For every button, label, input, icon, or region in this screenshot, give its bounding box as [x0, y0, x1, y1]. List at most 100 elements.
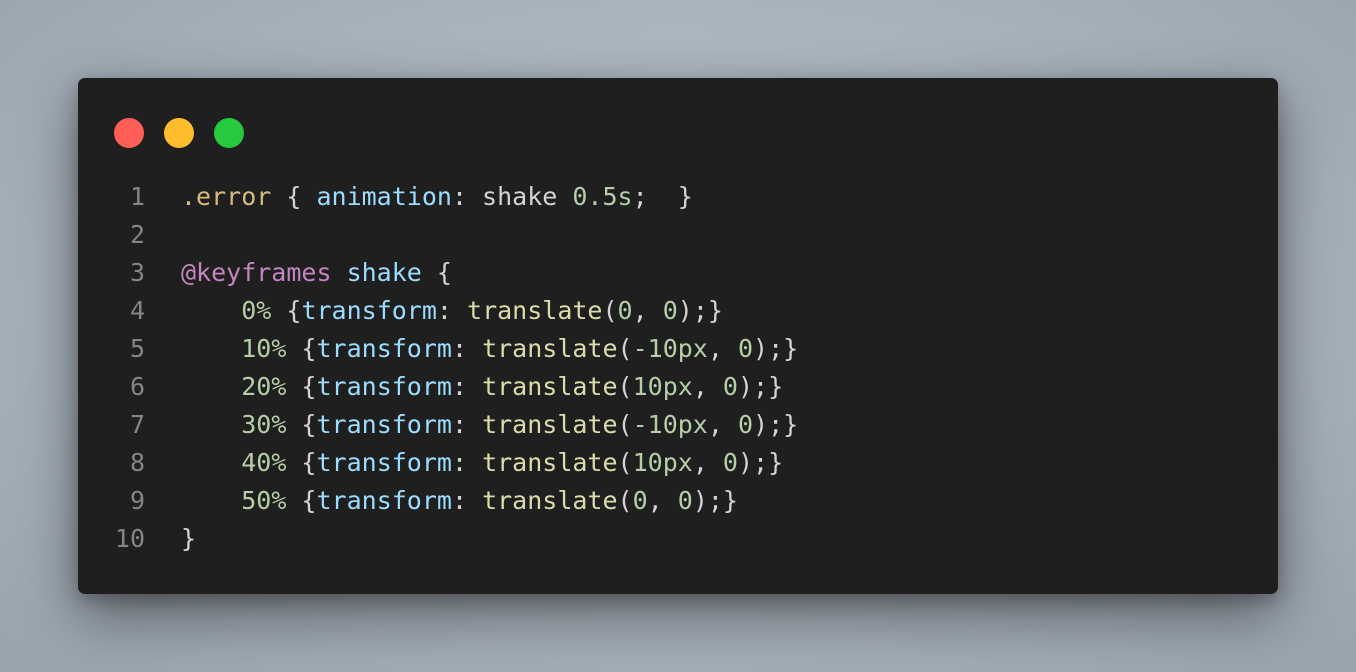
- code-token-punct: ,: [647, 486, 678, 515]
- code-token-number: 0: [737, 334, 754, 363]
- code-content: 0% {transform: translate(0, 0);}: [181, 292, 723, 330]
- code-token-punct: ,: [707, 334, 738, 363]
- code-token-punct: {: [286, 334, 317, 363]
- code-line: 1 .error { animation: shake 0.5s; }: [78, 178, 1278, 216]
- code-token-punct: {: [286, 486, 317, 515]
- code-token-property: transform: [316, 372, 452, 401]
- code-line: 6 20% {transform: translate(10px, 0);}: [78, 368, 1278, 406]
- code-token-property: transform: [316, 334, 452, 363]
- code-token-punct: :: [451, 486, 483, 515]
- code-token-property: shake: [346, 258, 422, 287]
- code-token-punct: :: [451, 334, 483, 363]
- code-token-punct: {: [286, 372, 317, 401]
- code-token-value: shake: [482, 182, 558, 211]
- minimize-dot[interactable]: [164, 118, 194, 148]
- code-token-number: 0: [632, 486, 648, 515]
- code-token-punct: :: [451, 182, 483, 211]
- code-token-property: transform: [316, 486, 452, 515]
- code-token-punct: :: [451, 410, 483, 439]
- code-token-number: 0: [662, 296, 678, 325]
- code-token-number: 0: [617, 296, 633, 325]
- code-token-property: transform: [316, 448, 452, 477]
- line-number: 4: [129, 296, 145, 325]
- code-content: 20% {transform: translate(10px, 0);}: [181, 368, 783, 406]
- code-token-number: -10px: [632, 334, 708, 363]
- code-token-punct: [181, 372, 241, 401]
- code-token-punct: {: [286, 448, 317, 477]
- code-token-number: 20%: [241, 372, 287, 401]
- code-token-punct: ,: [692, 448, 723, 477]
- code-token-function: translate: [482, 410, 618, 439]
- code-token-punct: [181, 448, 241, 477]
- code-content: 40% {transform: translate(10px, 0);}: [181, 444, 783, 482]
- code-token-number: 50%: [241, 486, 287, 515]
- line-number: 8: [129, 448, 145, 477]
- code-token-punct: [181, 486, 241, 515]
- window-controls: [114, 118, 244, 148]
- code-token-property: transform: [301, 296, 437, 325]
- code-token-number: 0: [737, 410, 754, 439]
- code-token-punct: ,: [692, 372, 723, 401]
- code-content: 10% {transform: translate(-10px, 0);}: [181, 330, 798, 368]
- code-token-punct: (: [617, 448, 633, 477]
- line-number: 7: [129, 410, 145, 439]
- code-token-punct: {: [271, 182, 317, 211]
- code-token-punct: (: [617, 372, 633, 401]
- code-token-number: 30%: [241, 410, 287, 439]
- code-token-punct: ,: [632, 296, 663, 325]
- code-token-punct: ,: [707, 410, 738, 439]
- code-token-number: 0: [722, 372, 738, 401]
- code-line: 10}: [78, 520, 1278, 558]
- code-token-property: animation: [316, 182, 452, 211]
- code-token-punct: (: [617, 334, 633, 363]
- code-token-selector: .error: [181, 182, 272, 211]
- code-token-punct: );}: [737, 448, 784, 477]
- code-line: 9 50% {transform: translate(0, 0);}: [78, 482, 1278, 520]
- code-token-function: translate: [467, 296, 603, 325]
- code-token-punct: {: [286, 410, 317, 439]
- code-token-punct: (: [602, 296, 618, 325]
- code-token-punct: {: [421, 258, 452, 287]
- code-token-number: 40%: [241, 448, 287, 477]
- code-token-number: 0: [677, 486, 693, 515]
- code-token-number: 0: [722, 448, 738, 477]
- code-line: 7 30% {transform: translate(-10px, 0);}: [78, 406, 1278, 444]
- code-line: 4 0% {transform: translate(0, 0);}: [78, 292, 1278, 330]
- code-token-punct: [181, 334, 241, 363]
- line-number: 6: [129, 372, 145, 401]
- code-line: 8 40% {transform: translate(10px, 0);}: [78, 444, 1278, 482]
- code-token-function: translate: [482, 448, 618, 477]
- code-token-function: translate: [482, 372, 618, 401]
- code-token-punct: :: [436, 296, 468, 325]
- code-token-number: 10px: [632, 448, 693, 477]
- code-token-punct: :: [451, 448, 483, 477]
- code-content: }: [181, 520, 196, 558]
- code-token-punct: (: [617, 410, 633, 439]
- code-token-punct: :: [451, 372, 483, 401]
- code-line: 3 @keyframes shake {: [78, 254, 1278, 292]
- code-content: .error { animation: shake 0.5s; }: [181, 178, 693, 216]
- code-token-punct: [181, 296, 241, 325]
- code-line: 2: [78, 216, 1278, 254]
- code-token-punct: );}: [753, 334, 799, 363]
- code-token-punct: );}: [692, 486, 738, 515]
- line-number: 2: [129, 220, 145, 249]
- code-token-punct: [332, 258, 347, 287]
- code-token-punct: [557, 182, 572, 211]
- code-token-punct: {: [271, 296, 302, 325]
- code-token-punct: (: [617, 486, 633, 515]
- code-content: 30% {transform: translate(-10px, 0);}: [181, 406, 798, 444]
- close-dot[interactable]: [114, 118, 144, 148]
- line-number: 1: [129, 182, 145, 211]
- maximize-dot[interactable]: [214, 118, 244, 148]
- code-token-property: transform: [316, 410, 452, 439]
- code-token-punct: );}: [737, 372, 784, 401]
- line-number: 5: [129, 334, 145, 363]
- code-block: 1 .error { animation: shake 0.5s; } 2 3 @key…: [78, 178, 1278, 558]
- code-token-function: translate: [482, 334, 618, 363]
- code-token-number: 0%: [241, 296, 272, 325]
- code-token-function: translate: [482, 486, 618, 515]
- line-number: 9: [129, 486, 145, 515]
- code-window: 1 .error { animation: shake 0.5s; } 2 3 @key…: [78, 78, 1278, 594]
- code-token-number: 0.5s: [572, 182, 633, 211]
